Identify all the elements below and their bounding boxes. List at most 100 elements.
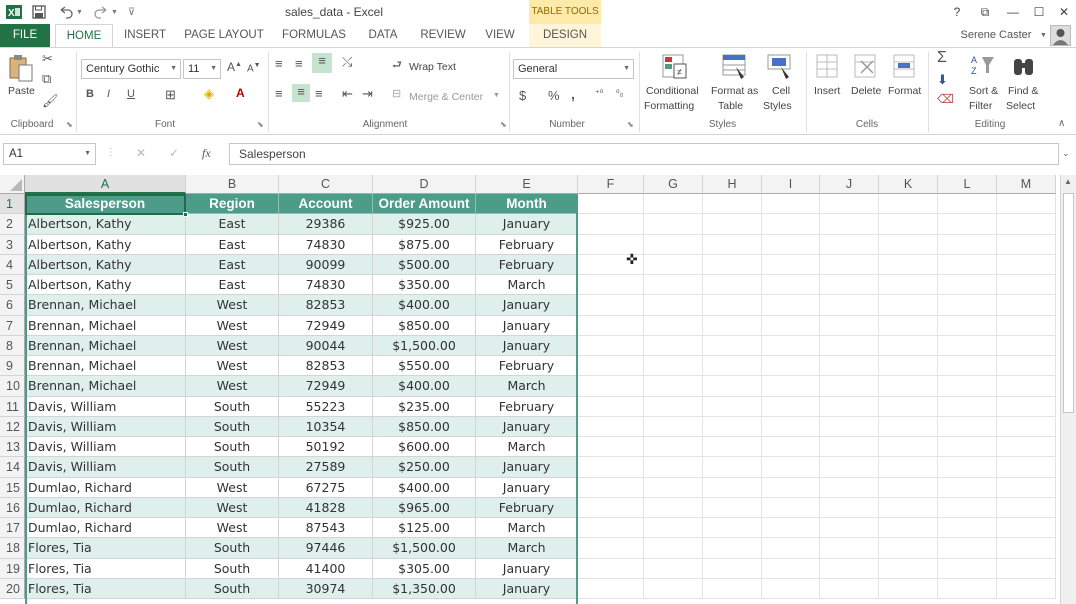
empty-cell[interactable] (879, 315, 938, 336)
empty-cell[interactable] (997, 194, 1056, 215)
table-cell[interactable]: Davis, William (25, 457, 186, 478)
table-cell[interactable]: 82853 (279, 295, 373, 316)
align-center-icon[interactable]: ≡ (292, 84, 310, 102)
table-cell[interactable]: 82853 (279, 356, 373, 377)
column-header-i[interactable]: I (762, 175, 820, 194)
empty-cell[interactable] (703, 457, 762, 478)
empty-cell[interactable] (997, 497, 1056, 518)
table-cell[interactable]: March (476, 275, 578, 296)
table-cell[interactable]: $965.00 (373, 497, 476, 518)
empty-cell[interactable] (578, 497, 644, 518)
empty-cell[interactable] (820, 497, 879, 518)
empty-cell[interactable] (820, 457, 879, 478)
increase-font-icon[interactable]: A▲ (227, 60, 242, 74)
empty-cell[interactable] (703, 315, 762, 336)
empty-cell[interactable] (578, 518, 644, 539)
table-cell[interactable]: 67275 (279, 477, 373, 498)
column-header-m[interactable]: M (997, 175, 1056, 194)
empty-cell[interactable] (762, 356, 820, 377)
empty-cell[interactable] (644, 295, 703, 316)
empty-cell[interactable] (997, 214, 1056, 235)
decrease-decimal-icon[interactable]: ⁰₀ (616, 88, 623, 99)
table-cell[interactable]: January (476, 214, 578, 235)
empty-cell[interactable] (703, 194, 762, 215)
table-cell[interactable]: West (186, 356, 279, 377)
table-cell[interactable]: January (476, 578, 578, 599)
column-header-h[interactable]: H (703, 175, 762, 194)
scroll-up-icon[interactable]: ▲ (1064, 177, 1072, 186)
empty-cell[interactable] (997, 234, 1056, 255)
table-cell[interactable]: February (476, 396, 578, 417)
table-cell[interactable]: January (476, 558, 578, 579)
empty-cell[interactable] (703, 335, 762, 356)
table-cell[interactable]: January (476, 457, 578, 478)
empty-cell[interactable] (820, 477, 879, 498)
avatar[interactable] (1050, 25, 1071, 46)
table-cell[interactable]: March (476, 518, 578, 539)
alignment-launcher-icon[interactable]: ⬊ (500, 120, 507, 129)
increase-indent-icon[interactable]: ⇥ (362, 86, 373, 102)
empty-cell[interactable] (762, 214, 820, 235)
empty-cell[interactable] (820, 275, 879, 296)
empty-cell[interactable] (644, 558, 703, 579)
empty-cell[interactable] (879, 234, 938, 255)
empty-cell[interactable] (762, 437, 820, 458)
table-cell[interactable]: Davis, William (25, 437, 186, 458)
underline-button[interactable]: U (127, 88, 135, 100)
table-cell[interactable]: Albertson, Kathy (25, 275, 186, 296)
row-header-13[interactable]: 13 (0, 437, 25, 458)
table-cell[interactable]: $600.00 (373, 437, 476, 458)
table-cell[interactable]: January (476, 477, 578, 498)
empty-cell[interactable] (644, 315, 703, 336)
empty-cell[interactable] (879, 457, 938, 478)
row-header-12[interactable]: 12 (0, 416, 25, 437)
empty-cell[interactable] (997, 356, 1056, 377)
table-cell[interactable]: $305.00 (373, 558, 476, 579)
table-cell[interactable]: $400.00 (373, 376, 476, 397)
empty-cell[interactable] (762, 497, 820, 518)
tab-insert[interactable]: INSERT (117, 24, 173, 47)
empty-cell[interactable] (578, 457, 644, 478)
table-cell[interactable]: West (186, 477, 279, 498)
empty-cell[interactable] (997, 558, 1056, 579)
empty-cell[interactable] (879, 396, 938, 417)
table-cell[interactable]: West (186, 376, 279, 397)
table-cell[interactable]: $235.00 (373, 396, 476, 417)
table-cell[interactable]: 72949 (279, 376, 373, 397)
table-cell[interactable]: $850.00 (373, 416, 476, 437)
empty-cell[interactable] (820, 578, 879, 599)
merge-center-icon[interactable]: ⊟ (392, 87, 401, 100)
empty-cell[interactable] (879, 214, 938, 235)
table-cell[interactable]: $875.00 (373, 234, 476, 255)
borders-icon[interactable]: ⊞ (165, 87, 176, 103)
minimize-button[interactable]: — (1003, 3, 1023, 21)
merge-center-button[interactable]: Merge & Center (409, 91, 483, 103)
empty-cell[interactable] (578, 275, 644, 296)
table-header-cell[interactable]: Account (279, 194, 373, 215)
table-cell[interactable]: February (476, 254, 578, 275)
table-cell[interactable]: 30974 (279, 578, 373, 599)
empty-cell[interactable] (820, 416, 879, 437)
number-launcher-icon[interactable]: ⬊ (627, 120, 634, 129)
table-cell[interactable]: 87543 (279, 518, 373, 539)
tab-file[interactable]: FILE (0, 24, 50, 47)
empty-cell[interactable] (938, 194, 997, 215)
empty-cell[interactable] (997, 295, 1056, 316)
tab-design[interactable]: DESIGN (529, 24, 601, 47)
empty-cell[interactable] (879, 538, 938, 559)
empty-cell[interactable] (578, 315, 644, 336)
conditional-formatting-label-2[interactable]: Formatting (644, 100, 694, 112)
empty-cell[interactable] (644, 335, 703, 356)
empty-cell[interactable] (938, 457, 997, 478)
table-cell[interactable]: 90099 (279, 254, 373, 275)
font-color-icon[interactable]: A (236, 86, 245, 100)
tab-review[interactable]: REVIEW (417, 24, 469, 47)
table-cell[interactable]: East (186, 214, 279, 235)
empty-cell[interactable] (879, 558, 938, 579)
column-header-f[interactable]: F (578, 175, 644, 194)
table-cell[interactable]: Brennan, Michael (25, 315, 186, 336)
empty-cell[interactable] (644, 578, 703, 599)
table-cell[interactable]: Flores, Tia (25, 538, 186, 559)
delete-cells-button[interactable]: Delete (851, 85, 881, 97)
table-cell[interactable]: 27589 (279, 457, 373, 478)
